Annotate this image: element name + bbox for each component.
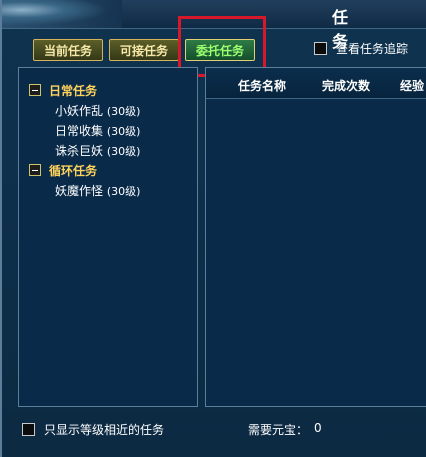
near-level-label: 只显示等级相近的任务 bbox=[44, 423, 165, 437]
category-daily[interactable]: 日常任务 bbox=[29, 82, 97, 98]
category-cyclic[interactable]: 循环任务 bbox=[29, 162, 97, 178]
need-yuanbao-value: 0 bbox=[314, 421, 322, 435]
header-complete-count: 完成次数 bbox=[322, 79, 371, 93]
minus-icon bbox=[29, 164, 41, 176]
tab-available-tasks[interactable]: 可接任务 bbox=[109, 39, 179, 61]
table-header: 任务名称 完成次数 经验 bbox=[206, 68, 426, 99]
task-tree-panel: 日常任务 小妖作乱 (30级) 日常收集 (30级) 诛杀巨妖 (30级) 循环… bbox=[18, 67, 198, 407]
task-item[interactable]: 诛杀巨妖 (30级) bbox=[55, 142, 140, 159]
minus-icon bbox=[29, 84, 41, 96]
task-name: 日常收集 bbox=[55, 124, 104, 138]
task-level: (30级) bbox=[106, 105, 141, 118]
track-label: 查看任务追踪 bbox=[336, 42, 409, 56]
task-name: 诛杀巨妖 bbox=[55, 144, 104, 158]
tab-current-tasks[interactable]: 当前任务 bbox=[33, 39, 103, 61]
near-level-checkbox[interactable] bbox=[22, 423, 35, 436]
window-title: 任 务 bbox=[332, 8, 363, 51]
task-item[interactable]: 妖魔作怪 (30级) bbox=[55, 182, 140, 199]
task-item[interactable]: 小妖作乱 (30级) bbox=[55, 102, 140, 119]
cloud-ornament-icon bbox=[2, 0, 122, 28]
task-level: (30级) bbox=[106, 185, 141, 198]
need-yuanbao-label: 需要元宝： bbox=[248, 423, 309, 437]
task-level: (30级) bbox=[106, 125, 141, 138]
task-name: 小妖作乱 bbox=[55, 104, 104, 118]
task-name: 妖魔作怪 bbox=[55, 184, 104, 198]
task-table-panel: 任务名称 完成次数 经验 bbox=[205, 67, 426, 407]
task-item[interactable]: 日常收集 (30级) bbox=[55, 122, 140, 139]
header-task-name: 任务名称 bbox=[238, 79, 287, 93]
header-experience: 经验 bbox=[400, 79, 425, 93]
task-level: (30级) bbox=[106, 145, 141, 158]
track-checkbox[interactable] bbox=[314, 42, 327, 55]
task-window: 任 务 当前任务 可接任务 委托任务 查看任务追踪 日常任务 小妖作乱 (30级… bbox=[0, 0, 426, 457]
category-label: 循环任务 bbox=[49, 163, 98, 178]
category-label: 日常任务 bbox=[49, 83, 98, 98]
